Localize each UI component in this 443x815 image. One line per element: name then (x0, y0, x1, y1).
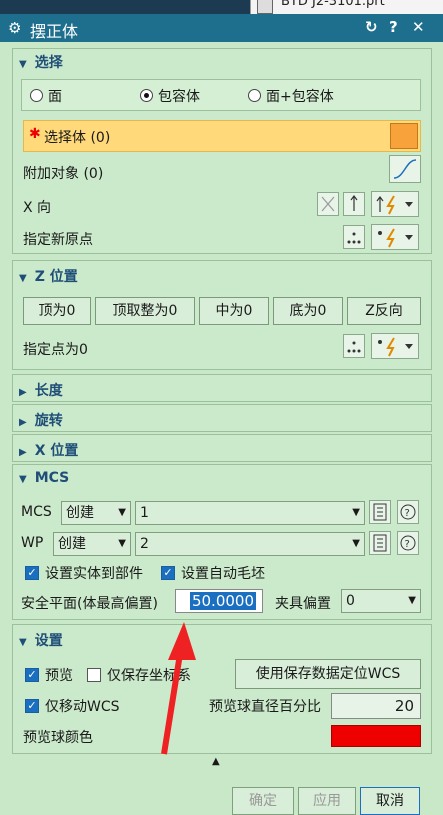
dialog-body: ▼ 选择 面 包容体 面+包容体 ✱ 选择体 (0) 附加对象 (0) X 向 指… (0, 42, 443, 815)
collapse-more-icon[interactable]: ▲ (212, 756, 220, 767)
select-section-header[interactable]: ▼ 选择 (19, 52, 63, 72)
solid-body-icon[interactable] (390, 123, 418, 149)
list-icon[interactable] (369, 531, 391, 555)
radio-face-bounding[interactable] (248, 89, 261, 102)
attach-object-label: 附加对象 (0) (23, 166, 104, 182)
point-dialog-icon[interactable] (343, 225, 365, 249)
cancel-button[interactable]: 取消 (360, 787, 420, 815)
expand-arrow-icon: ▶ (19, 417, 27, 428)
gear-icon: ⚙ (8, 19, 22, 37)
safe-plane-input[interactable]: 50.0000 (175, 589, 263, 613)
new-origin-label: 指定新原点 (23, 232, 93, 248)
radio-bounding-body[interactable] (140, 89, 153, 102)
mcs-label: MCS (21, 504, 52, 520)
collapse-arrow-icon: ▼ (19, 59, 27, 70)
radio-bounding-body-label: 包容体 (158, 89, 200, 105)
mcs-mode-select[interactable]: 创建 ▼ (61, 501, 131, 525)
select-mode-group: 面 包容体 面+包容体 (21, 79, 421, 111)
mcs-header[interactable]: ▼ MCS (19, 470, 69, 486)
select-body-label: 选择体 (0) (44, 130, 111, 146)
radio-face[interactable] (30, 89, 43, 102)
ball-diameter-label: 预览球直径百分比 (209, 699, 321, 715)
collapse-arrow-icon: ▼ (19, 474, 27, 485)
top-round-zero-button[interactable]: 顶取整为0 (95, 297, 195, 325)
preview-checkbox[interactable]: ✓ (25, 668, 39, 682)
file-tab-label: BTD J2-3101.prt (281, 0, 385, 9)
x-position-section[interactable]: ▶ X 位置 (12, 434, 432, 462)
collapse-arrow-icon: ▼ (19, 637, 27, 648)
top-zero-button[interactable]: 顶为0 (23, 297, 91, 325)
bottom-zero-button[interactable]: 底为0 (273, 297, 343, 325)
mcs-section: ▼ MCS MCS 创建 ▼ 1 ▼ ? WP 创建 ▼ 2 ▼ ? ✓ 设置实体到部件 … (12, 464, 432, 620)
ok-button[interactable]: 确定 (232, 787, 294, 815)
svg-text:?: ? (405, 508, 410, 519)
mcs-value-select[interactable]: 1 ▼ (135, 501, 365, 525)
required-asterisk-icon: ✱ (29, 126, 41, 142)
mid-zero-button[interactable]: 中为0 (199, 297, 269, 325)
radio-face-label: 面 (48, 89, 62, 105)
z-reverse-button[interactable]: Z反向 (347, 297, 421, 325)
help-icon[interactable]: ? (389, 18, 398, 36)
set-auto-blank-label: 设置自动毛坯 (181, 566, 265, 582)
wp-mode-select[interactable]: 创建 ▼ (53, 532, 131, 556)
set-solid-label: 设置实体到部件 (45, 566, 143, 582)
reverse-direction-icon[interactable] (317, 192, 339, 216)
vector-inference-dropdown[interactable] (371, 191, 419, 217)
file-tab[interactable]: BTD J2-3101.prt (250, 0, 443, 14)
rotate-header[interactable]: ▶ 旋转 (19, 410, 63, 430)
z-position-header[interactable]: ▼ Z 位置 (19, 266, 78, 286)
info-icon[interactable]: ? (397, 531, 419, 555)
length-header[interactable]: ▶ 长度 (19, 380, 63, 400)
select-body-row[interactable]: ✱ 选择体 (0) (23, 120, 421, 152)
annotation-arrow-icon (161, 622, 196, 755)
settings-header[interactable]: ▼ 设置 (19, 630, 63, 650)
expand-arrow-icon: ▶ (19, 447, 27, 458)
expand-arrow-icon: ▶ (19, 387, 27, 398)
x-direction-label: X 向 (23, 200, 52, 216)
z-position-section: ▼ Z 位置 顶为0 顶取整为0 中为0 底为0 Z反向 指定点为0 (12, 260, 432, 370)
apply-button[interactable]: 应用 (298, 787, 356, 815)
list-icon[interactable] (369, 500, 391, 524)
dialog-title: 摆正体 (30, 22, 79, 41)
set-solid-checkbox[interactable]: ✓ (25, 566, 39, 580)
length-section[interactable]: ▶ 长度 (12, 374, 432, 402)
safe-plane-label: 安全平面(体最高偏置) (21, 596, 158, 612)
close-icon[interactable]: ✕ (412, 18, 425, 36)
wp-label: WP (21, 535, 44, 551)
preview-label: 预览 (45, 668, 73, 684)
point-dialog-icon[interactable] (343, 334, 365, 358)
wp-value-select[interactable]: 2 ▼ (135, 532, 365, 556)
settings-section: ▼ 设置 ✓ 预览 仅保存坐标系 使用保存数据定位WCS ✓ 仅移动WCS 预览球… (12, 624, 432, 754)
select-section: ▼ 选择 面 包容体 面+包容体 ✱ 选择体 (0) 附加对象 (0) X 向 指… (12, 48, 432, 254)
file-icon (257, 0, 273, 14)
rotate-section[interactable]: ▶ 旋转 (12, 404, 432, 432)
move-wcs-only-label: 仅移动WCS (45, 699, 120, 715)
collapse-arrow-icon: ▼ (19, 273, 27, 284)
radio-face-bounding-label: 面+包容体 (266, 89, 334, 105)
fixture-offset-select[interactable]: 0 ▼ (341, 589, 421, 613)
dialog-titlebar: ⚙ 摆正体 ↻ ? ✕ (0, 14, 443, 42)
use-saved-data-wcs-button[interactable]: 使用保存数据定位WCS (235, 659, 421, 689)
save-coord-only-checkbox[interactable] (87, 668, 101, 682)
ball-diameter-input[interactable]: 20 (331, 693, 421, 719)
fixture-offset-label: 夹具偏置 (275, 596, 331, 612)
move-wcs-only-checkbox[interactable]: ✓ (25, 699, 39, 713)
point-inference-dropdown[interactable] (371, 224, 419, 250)
info-icon[interactable]: ? (397, 500, 419, 524)
vector-dialog-icon[interactable] (343, 192, 365, 216)
point-inference-dropdown[interactable] (371, 333, 419, 359)
curve-select-icon[interactable] (389, 155, 421, 183)
svg-text:?: ? (405, 539, 410, 550)
x-position-header[interactable]: ▶ X 位置 (19, 440, 78, 460)
point-zero-label: 指定点为0 (23, 342, 88, 358)
ball-color-swatch[interactable] (331, 725, 421, 747)
set-auto-blank-checkbox[interactable]: ✓ (161, 566, 175, 580)
ball-color-label: 预览球颜色 (23, 730, 93, 746)
reset-icon[interactable]: ↻ (365, 18, 378, 36)
